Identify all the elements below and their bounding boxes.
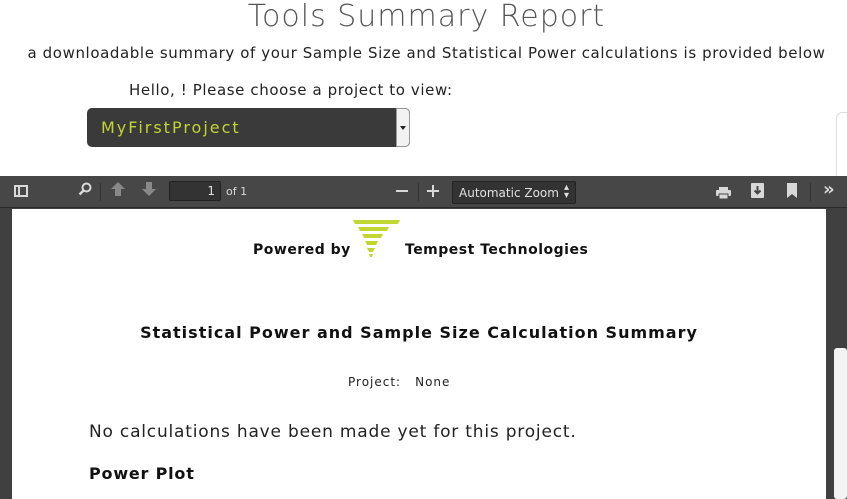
page-subtitle: a downloadable summary of your Sample Si… [27,44,826,62]
tools-icon[interactable]: » [823,179,835,200]
download-icon[interactable] [751,183,764,198]
page-title: Tools Summary Report [247,0,606,34]
project-line: Project: None [348,375,450,389]
no-calculations-message: No calculations have been made yet for t… [89,422,577,442]
pdf-page: Powered by Tempest Technologies Statisti… [12,209,826,499]
pdf-toolbar: 1 of 1 Automatic Zoom ▴ ▾ » [0,176,847,208]
project-value: None [415,375,451,389]
project-select[interactable]: MyFirstProject [87,108,410,147]
sidebar-toggle-icon[interactable] [14,185,28,197]
scrollbar-thumb[interactable] [834,348,847,499]
print-icon[interactable] [716,184,731,200]
greeting-text: Hello, ! Please choose a project to view… [129,81,453,99]
pdf-viewer: 1 of 1 Automatic Zoom ▴ ▾ » Powered by T… [0,176,847,499]
page-count-label: of 1 [226,185,248,198]
section-heading-power-plot: Power Plot [89,464,195,483]
company-name: Tempest Technologies [405,242,589,258]
page-number-input[interactable]: 1 [169,181,221,201]
next-page-icon[interactable] [141,181,157,202]
zoom-out-icon[interactable] [396,179,408,208]
zoom-select-value: Automatic Zoom [459,186,559,200]
chevron-updown-icon: ▴ ▾ [563,182,569,201]
zoom-in-icon[interactable] [427,179,439,208]
toolbar-divider [418,183,419,201]
project-label: Project: [348,375,402,389]
toolbar-divider [810,183,811,201]
powered-by-label: Powered by [253,242,351,258]
zoom-select[interactable]: Automatic Zoom ▴ ▾ [452,181,576,204]
previous-page-icon[interactable] [110,181,126,202]
toolbar-divider [100,183,101,201]
document-title: Statistical Power and Sample Size Calcul… [140,323,698,342]
bookmark-icon[interactable] [787,183,797,198]
chevron-down-icon[interactable] [396,108,410,147]
project-select-value: MyFirstProject [101,118,241,137]
search-icon[interactable] [78,182,92,200]
tempest-logo [353,220,401,262]
